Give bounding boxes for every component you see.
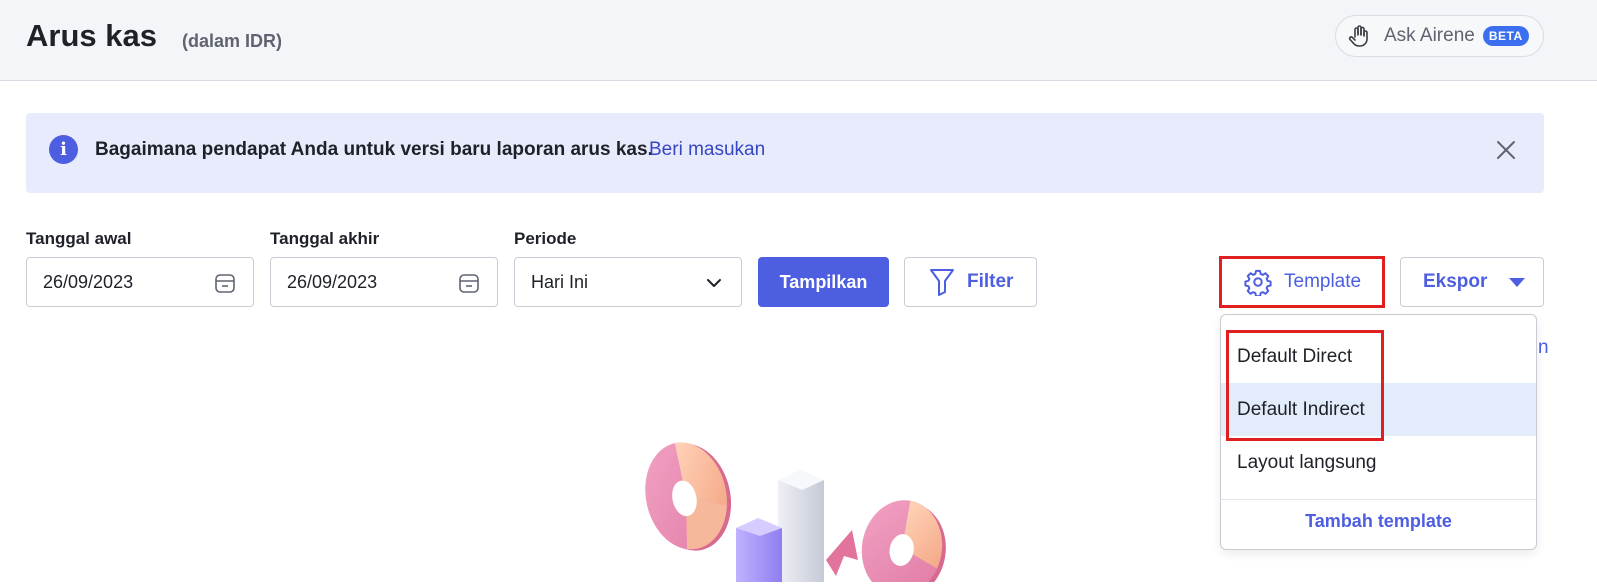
period-select[interactable]: Hari Ini xyxy=(514,257,742,307)
calendar-icon[interactable] xyxy=(457,271,481,295)
ask-airene-label: Ask Airene xyxy=(1384,25,1475,46)
template-label: Template xyxy=(1284,271,1362,292)
menu-item-layout-langsung[interactable]: Layout langsung xyxy=(1221,436,1536,489)
funnel-icon xyxy=(929,267,955,297)
close-icon[interactable] xyxy=(1494,138,1518,162)
beta-badge: BETA xyxy=(1482,26,1529,46)
hidden-link-fragment: n xyxy=(1538,337,1549,358)
add-template-button[interactable]: Tambah template xyxy=(1221,511,1536,532)
template-button[interactable]: Template xyxy=(1219,256,1385,308)
end-date-input[interactable]: 26/09/2023 xyxy=(270,257,498,307)
ask-airene-button[interactable]: Ask Airene BETA xyxy=(1335,15,1544,57)
export-button[interactable]: Ekspor xyxy=(1400,257,1544,307)
feedback-link[interactable]: Beri masukan xyxy=(649,139,765,161)
template-dropdown-menu: Default Direct Default Indirect Layout l… xyxy=(1220,314,1537,550)
start-date-label: Tanggal awal xyxy=(26,229,132,248)
filter-label: Filter xyxy=(967,271,1014,292)
info-icon: i xyxy=(49,135,78,164)
period-label: Periode xyxy=(514,229,577,248)
filter-button[interactable]: Filter xyxy=(904,257,1037,307)
show-button[interactable]: Tampilkan xyxy=(758,257,889,307)
hand-wave-icon xyxy=(1346,23,1372,49)
menu-item-default-direct[interactable]: Default Direct xyxy=(1221,330,1536,383)
currency-subtitle: (dalam IDR) xyxy=(182,31,283,51)
end-date-label: Tanggal akhir xyxy=(270,229,380,248)
caret-down-icon xyxy=(1509,277,1526,287)
chevron-down-icon xyxy=(705,274,723,292)
menu-divider xyxy=(1221,499,1536,500)
menu-item-default-indirect[interactable]: Default Indirect xyxy=(1221,383,1536,436)
page-title: Arus kas xyxy=(26,18,157,53)
period-value: Hari Ini xyxy=(531,272,589,292)
export-label: Ekspor xyxy=(1423,271,1488,292)
start-date-value: 26/09/2023 xyxy=(43,272,134,292)
calendar-icon[interactable] xyxy=(213,271,237,295)
page-header: Arus kas (dalam IDR) Ask Airene BETA xyxy=(0,0,1597,81)
banner-message: Bagaimana pendapat Anda untuk versi baru… xyxy=(95,139,653,160)
gear-icon xyxy=(1244,268,1272,296)
start-date-input[interactable]: 26/09/2023 xyxy=(26,257,254,307)
end-date-value: 26/09/2023 xyxy=(287,272,378,292)
empty-state-illustration xyxy=(630,430,960,587)
